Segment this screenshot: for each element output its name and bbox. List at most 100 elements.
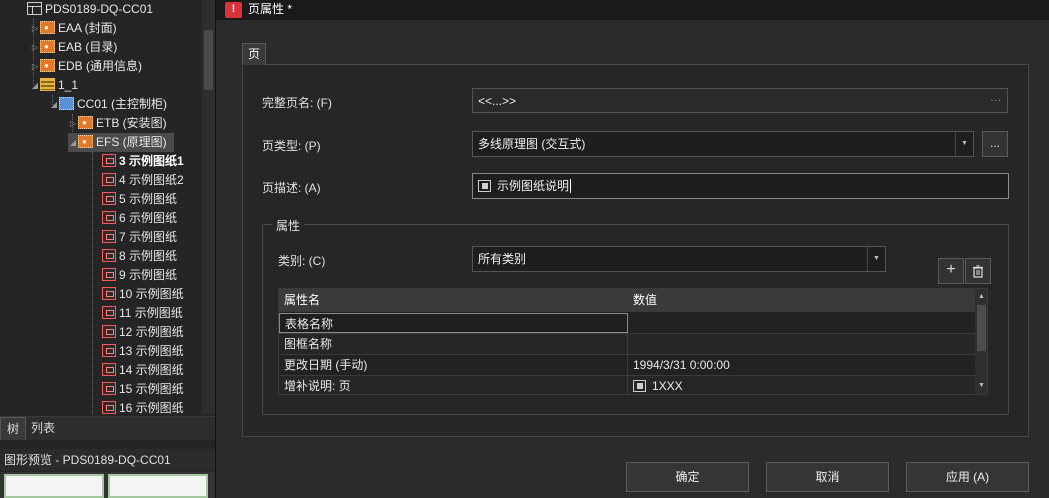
tree-item-1-1[interactable]: ◢ 1_1	[30, 76, 78, 95]
tree-page-label: 10 示例图纸	[119, 287, 184, 301]
expand-arrow-icon[interactable]: ▷	[30, 38, 40, 57]
tree-page-label: 3 示例图纸1	[119, 154, 184, 168]
page-icon	[102, 268, 116, 281]
grid-scrollbar[interactable]: ▲ ▼	[975, 289, 987, 394]
trash-icon	[973, 265, 983, 278]
tree-page[interactable]: 7 示例图纸	[102, 228, 177, 247]
tree-page[interactable]: 6 示例图纸	[102, 209, 177, 228]
tree-page[interactable]: 14 示例图纸	[102, 361, 184, 380]
plus-icon: +	[946, 261, 956, 278]
function-group-icon	[40, 78, 55, 91]
tree-page[interactable]: 5 示例图纸	[102, 190, 177, 209]
dialog-titlebar[interactable]: 页属性 *	[216, 0, 1049, 20]
language-icon	[633, 380, 646, 392]
page-tree: PDS0189-DQ-CC01 ▷ EAA (封面) ▷ EAB (目录) ▷ EDB…	[0, 0, 202, 414]
tree-item-label: EAB (目录)	[58, 40, 118, 54]
page-type-value: 多线原理图 (交互式)	[478, 137, 586, 151]
page-type-more-button[interactable]: ...	[982, 131, 1008, 157]
full-page-name-field[interactable]: <<...>> ...	[472, 88, 1008, 113]
tree-page-label: 16 示例图纸	[119, 401, 184, 414]
page-description-input[interactable]: 示例图纸说明	[472, 173, 1009, 199]
property-name-cell[interactable]: 图框名称	[279, 334, 628, 354]
preview-thumbnail[interactable]	[108, 474, 208, 498]
cancel-button[interactable]: 取消	[766, 462, 889, 492]
table-row[interactable]: 表格名称	[279, 313, 975, 334]
page-properties-dialog: 页属性 * 页 完整页名: (F) <<...>> ... 页类型: (P) 多…	[216, 0, 1049, 498]
tree-page[interactable]: 16 示例图纸	[102, 399, 184, 414]
collapse-arrow-icon[interactable]: ◢	[30, 76, 40, 95]
table-row[interactable]: 更改日期 (手动) 1994/3/31 0:00:00	[279, 355, 975, 376]
property-value-cell[interactable]	[629, 334, 975, 354]
tab-list[interactable]: 列表	[25, 417, 61, 440]
tree-page[interactable]: 12 示例图纸	[102, 323, 184, 342]
table-row[interactable]: 增补说明: 页 1XXX	[279, 376, 975, 394]
tree-page-label: 14 示例图纸	[119, 363, 184, 377]
tree-item-label: CC01 (主控制柜)	[77, 97, 168, 111]
structure-folder-icon	[40, 37, 55, 56]
property-value-cell[interactable]: 1XXX	[629, 376, 975, 394]
category-dropdown[interactable]: 所有类别 ▼	[472, 246, 886, 272]
tree-scrollbar[interactable]	[202, 0, 215, 414]
tree-item-eaa[interactable]: ▷ EAA (封面)	[30, 18, 117, 38]
tab-tree[interactable]: 树	[0, 417, 27, 440]
property-value-cell[interactable]	[629, 313, 975, 333]
scroll-down-icon[interactable]: ▼	[975, 380, 987, 392]
column-header-property-name[interactable]: 属性名	[279, 289, 628, 312]
chevron-down-icon[interactable]: ▼	[955, 132, 973, 156]
property-name-cell[interactable]: 更改日期 (手动)	[279, 355, 628, 375]
tree-item-eab[interactable]: ▷ EAB (目录)	[30, 37, 118, 57]
delete-property-button[interactable]	[965, 258, 991, 284]
tree-page[interactable]: 8 示例图纸	[102, 247, 177, 266]
page-icon	[102, 401, 116, 414]
page-type-dropdown[interactable]: 多线原理图 (交互式) ▼	[472, 131, 974, 157]
tree-item-edb[interactable]: ▷ EDB (通用信息)	[30, 56, 142, 76]
tree-item-etb[interactable]: ▷ ETB (安装图)	[68, 113, 167, 133]
property-value-cell[interactable]: 1994/3/31 0:00:00	[629, 355, 975, 375]
tree-page[interactable]: 15 示例图纸	[102, 380, 184, 399]
property-name-cell[interactable]: 表格名称	[279, 313, 628, 333]
properties-group-title: 属性	[272, 217, 305, 234]
page-icon	[102, 173, 116, 186]
tree-page[interactable]: 13 示例图纸	[102, 342, 184, 361]
tree-root[interactable]: PDS0189-DQ-CC01	[27, 0, 153, 19]
project-icon	[27, 2, 42, 15]
apply-button[interactable]: 应用 (A)	[906, 462, 1029, 492]
add-property-button[interactable]: +	[938, 258, 964, 284]
tree-scrollbar-thumb[interactable]	[204, 30, 213, 90]
chevron-down-icon[interactable]: ▼	[867, 247, 885, 271]
grid-scrollbar-thumb[interactable]	[977, 305, 986, 351]
tree-page[interactable]: 4 示例图纸2	[102, 171, 184, 190]
column-header-value[interactable]: 数值	[629, 289, 975, 312]
scroll-up-icon[interactable]: ▲	[975, 291, 987, 303]
page-type-label: 页类型: (P)	[262, 139, 321, 153]
dialog-title: 页属性 *	[248, 2, 293, 16]
property-name-cell[interactable]: 增补说明: 页	[279, 376, 628, 394]
preview-thumbnail[interactable]	[4, 474, 104, 498]
text-caret	[570, 179, 572, 193]
table-row[interactable]: 图框名称	[279, 334, 975, 355]
page-description-label: 页描述: (A)	[262, 181, 321, 195]
page-icon	[102, 344, 116, 357]
tree-page[interactable]: 10 示例图纸	[102, 285, 184, 304]
ok-button[interactable]: 确定	[626, 462, 749, 492]
full-page-name-value: <<...>>	[478, 94, 517, 108]
tree-item-cc01[interactable]: ◢ CC01 (主控制柜)	[49, 95, 167, 114]
collapse-arrow-icon[interactable]: ◢	[49, 95, 59, 114]
page-icon	[102, 363, 116, 376]
expand-arrow-icon[interactable]: ▷	[30, 19, 40, 38]
page-icon	[102, 249, 116, 262]
dialog-tabs: 页	[242, 43, 1029, 65]
structure-folder-icon	[40, 56, 55, 75]
tree-page[interactable]: 3 示例图纸1	[102, 152, 184, 171]
page-icon	[102, 230, 116, 243]
page-icon	[102, 306, 116, 319]
page-icon	[102, 287, 116, 300]
tree-page[interactable]: 9 示例图纸	[102, 266, 177, 285]
page-description-value: 示例图纸说明	[497, 179, 570, 193]
tree-page[interactable]: 11 示例图纸	[102, 304, 183, 323]
expand-arrow-icon[interactable]: ▷	[68, 114, 78, 133]
expand-arrow-icon[interactable]: ▷	[30, 57, 40, 76]
collapse-arrow-icon[interactable]: ◢	[68, 133, 78, 152]
tab-page[interactable]: 页	[242, 43, 267, 65]
tree-item-efs[interactable]: ◢ EFS (原理图)	[68, 132, 174, 152]
